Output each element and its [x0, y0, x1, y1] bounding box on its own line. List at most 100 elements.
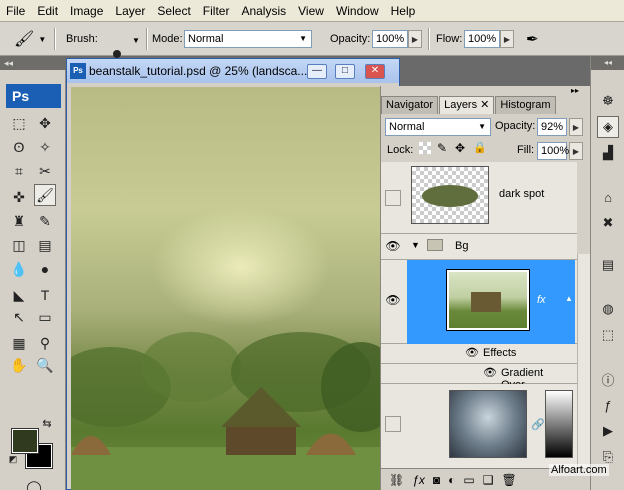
histogram-icon[interactable]: ▟	[597, 142, 619, 164]
swatches-icon[interactable]: ⬚	[597, 324, 619, 346]
history-brush-tool-icon[interactable]: ✎	[34, 210, 56, 232]
flow-input[interactable]: 100%	[464, 30, 500, 48]
link-layers-icon[interactable]: ⛓	[389, 473, 404, 487]
adjustment-layer-icon[interactable]: ◐	[448, 473, 455, 487]
delete-layer-icon[interactable]: 🗑	[502, 473, 517, 487]
tools-panel-header[interactable]: ◂◂	[0, 56, 66, 70]
effects-row[interactable]: 👁 Effects	[381, 344, 577, 364]
eye-icon[interactable]: 👁	[385, 292, 401, 308]
layers-icon[interactable]: ◈	[597, 116, 619, 138]
move-tool-icon[interactable]: ✥	[34, 112, 56, 134]
tab-histogram[interactable]: Histogram	[495, 96, 556, 114]
add-mask-icon[interactable]: ◙	[433, 473, 440, 487]
eraser-tool-icon[interactable]: ◫	[8, 234, 30, 256]
actions-icon[interactable]: ▶	[597, 420, 619, 442]
restore-button[interactable]: □	[335, 64, 355, 79]
healing-brush-tool-icon[interactable]: ✜	[8, 186, 30, 208]
fx-badge[interactable]: fx	[537, 294, 546, 306]
fill-input[interactable]: 100%	[537, 142, 569, 160]
lock-transparency-icon[interactable]	[419, 142, 431, 154]
new-layer-icon[interactable]: ❑	[483, 473, 494, 487]
foreground-color-swatch[interactable]	[11, 428, 39, 454]
lasso-tool-icon[interactable]: ʘ	[8, 136, 30, 158]
info-icon[interactable]: ▤	[597, 254, 619, 276]
chevron-down-icon[interactable]: ▼	[132, 36, 140, 45]
menu-layer[interactable]: Layer	[109, 0, 151, 22]
airbrush-button[interactable]: ✒	[526, 22, 539, 56]
lock-position-icon[interactable]: ✥	[455, 141, 465, 155]
layer-opacity-input[interactable]: 92%	[537, 118, 567, 136]
tool-presets-icon[interactable]: ✖	[597, 212, 619, 234]
tab-layers[interactable]: Layers ✕	[439, 96, 495, 114]
gradient-tool-icon[interactable]: ▤	[34, 234, 56, 256]
new-group-icon[interactable]: ▭	[463, 473, 474, 487]
menu-view[interactable]: View	[292, 0, 330, 22]
notes-tool-icon[interactable]: ▦	[8, 332, 30, 354]
close-button[interactable]: ✕	[365, 64, 385, 79]
menu-edit[interactable]: Edit	[31, 0, 64, 22]
dock-header[interactable]: ◂◂	[591, 56, 624, 70]
brush-tool-icon[interactable]: 🖌	[34, 184, 56, 206]
fill-arrow-icon[interactable]: ▶	[569, 142, 583, 160]
menu-file[interactable]: File	[0, 0, 31, 22]
blur-tool-icon[interactable]: 💧	[8, 258, 30, 280]
tab-navigator[interactable]: Navigator	[381, 96, 439, 114]
zoom-tool-icon[interactable]: 🔍	[34, 354, 56, 376]
menu-help[interactable]: Help	[385, 0, 422, 22]
close-tab-icon[interactable]: ✕	[480, 99, 489, 111]
layer-row-selected[interactable]: 👁 fx ▲	[381, 260, 577, 344]
expand-triangle-icon[interactable]: ▼	[411, 240, 420, 250]
hand-tool-icon[interactable]: ✋	[8, 354, 30, 376]
image-canvas[interactable]	[71, 87, 381, 490]
color-icon[interactable]: ◍	[597, 298, 619, 320]
default-colors-icon[interactable]: ◩	[6, 452, 20, 466]
visibility-toggle[interactable]	[385, 416, 401, 432]
menu-image[interactable]: Image	[64, 0, 109, 22]
styles-icon[interactable]: ƒ	[597, 394, 619, 416]
info-panel-icon[interactable]: ⓘ	[597, 368, 619, 390]
opacity-slider-arrow-icon[interactable]: ▶	[408, 30, 422, 48]
menu-window[interactable]: Window	[330, 0, 385, 22]
menu-select[interactable]: Select	[151, 0, 196, 22]
crop-tool-icon[interactable]: ⌗	[8, 160, 30, 182]
slice-tool-icon[interactable]: ✂	[34, 160, 56, 182]
brushes-icon[interactable]: ⌂	[597, 186, 619, 208]
clone-stamp-tool-icon[interactable]: ♜	[8, 210, 30, 232]
eye-icon[interactable]: 👁	[483, 366, 497, 379]
direct-selection-tool-icon[interactable]: ↖	[8, 306, 30, 328]
eyedropper-tool-icon[interactable]: ⚲	[34, 332, 56, 354]
layers-scrollbar[interactable]	[577, 254, 591, 468]
document-titlebar[interactable]: Ps beanstalk_tutorial.psd @ 25% (landsca…	[67, 59, 399, 83]
opacity-input[interactable]: 100%	[372, 30, 408, 48]
layer-group-row[interactable]: 👁 ▼ Bg	[381, 234, 577, 260]
dodge-tool-icon[interactable]: ●	[34, 258, 56, 280]
magic-wand-tool-icon[interactable]: ✧	[34, 136, 56, 158]
eye-icon[interactable]: 👁	[385, 238, 401, 254]
marquee-tool-icon[interactable]: ⬚	[8, 112, 30, 134]
lock-pixels-icon[interactable]: ✎	[437, 141, 447, 155]
chevron-up-icon[interactable]: ▲	[565, 294, 573, 303]
mode-select[interactable]: Normal ▼	[184, 30, 312, 48]
collapse-arrows-icon[interactable]: ▸▸	[571, 86, 579, 95]
mode-value: Normal	[188, 33, 224, 45]
rectangle-tool-icon[interactable]: ▭	[34, 306, 56, 328]
blend-mode-select[interactable]: Normal ▼	[385, 118, 491, 136]
menu-analysis[interactable]: Analysis	[235, 0, 292, 22]
path-selection-tool-icon[interactable]: ◣	[8, 284, 30, 306]
tool-preset-picker[interactable]: 🖌 ▼	[14, 22, 46, 56]
minimize-button[interactable]: —	[307, 64, 327, 79]
type-tool-icon[interactable]: T	[34, 284, 56, 306]
layer-style-icon[interactable]: ƒx	[412, 473, 425, 487]
layer-row[interactable]: 🔗	[381, 384, 577, 468]
layer-row[interactable]: dark spot	[381, 162, 577, 234]
quick-mask-icon[interactable]: ◯	[22, 478, 46, 490]
eye-icon[interactable]: 👁	[465, 346, 479, 359]
flow-slider-arrow-icon[interactable]: ▶	[500, 30, 514, 48]
menu-filter[interactable]: Filter	[197, 0, 236, 22]
lock-all-icon[interactable]: 🔒	[473, 141, 487, 154]
swap-colors-icon[interactable]: ⇆	[40, 416, 54, 430]
effect-row[interactable]: 👁 Gradient Over...	[381, 364, 577, 391]
visibility-toggle[interactable]	[385, 190, 401, 206]
navigator-icon[interactable]: ☸	[597, 90, 619, 112]
layer-opacity-arrow-icon[interactable]: ▶	[569, 118, 583, 136]
